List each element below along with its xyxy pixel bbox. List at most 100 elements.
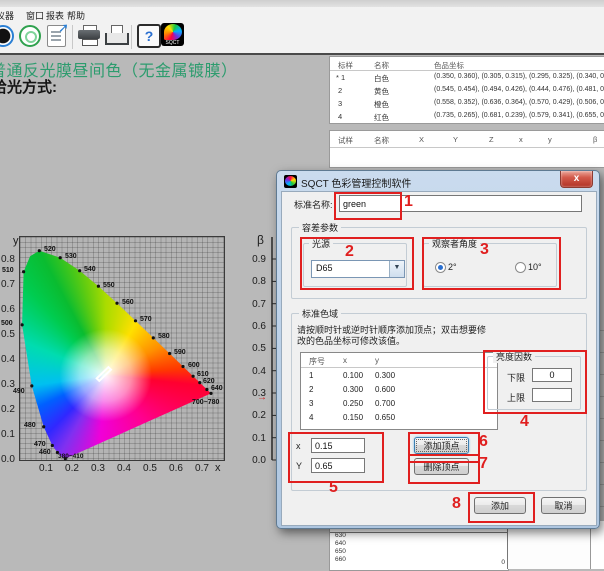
annotation-number-8: 8: [452, 495, 461, 513]
vertex-y[interactable]: 0.600: [375, 385, 395, 394]
locus-label: 590: [174, 349, 186, 356]
report-export-icon[interactable]: ➚: [47, 25, 66, 47]
print-output-icon[interactable]: [105, 25, 127, 45]
locus-label: 580: [158, 333, 170, 340]
samples-table: 试样 名称 X Y Z x y β: [329, 130, 604, 168]
y-tick: 0.6: [1, 304, 15, 315]
standard-name-label: 标准名称:: [294, 198, 333, 211]
locus-label: 620: [203, 378, 215, 385]
beta-tick: 0.2: [246, 410, 266, 421]
menu-bar: 仪器 窗口 报表 帮助: [0, 7, 604, 22]
annotation-number-1: 1: [404, 193, 413, 211]
vertex-x[interactable]: 0.250: [343, 399, 363, 408]
dialog-app-icon: [284, 175, 297, 188]
beta-axis-label: β: [257, 233, 264, 247]
col-header-X[interactable]: X: [419, 135, 424, 144]
table-row[interactable]: 4: [338, 112, 342, 121]
menu-instrument[interactable]: 仪器: [0, 9, 14, 22]
annotation-number-4: 4: [520, 413, 529, 431]
list-item: 640: [335, 540, 346, 547]
vertex-y[interactable]: 0.300: [375, 371, 395, 380]
y-tick: 0.8: [1, 254, 15, 265]
sqct-logo-icon[interactable]: SQCT: [161, 23, 184, 46]
vertex-table[interactable]: 序号 x y 1 0.100 0.300 2 0.300 0.600 3 0.2…: [300, 352, 498, 430]
col-header-Y[interactable]: Y: [453, 135, 458, 144]
list-item: 660: [335, 556, 346, 563]
cell-coords[interactable]: (0.558, 0.352), (0.636, 0.364), (0.570, …: [434, 99, 604, 106]
locus-label: 510: [2, 267, 14, 274]
vertex-y[interactable]: 0.650: [375, 413, 395, 422]
locus-label: 600: [188, 362, 200, 369]
x-tick: 0.3: [90, 463, 106, 474]
cell-name[interactable]: 红色: [374, 112, 389, 123]
y-tick: 0.7: [1, 279, 15, 290]
beta-tick: 0.1: [246, 433, 266, 444]
cell-coords[interactable]: (0.350, 0.360), (0.305, 0.315), (0.295, …: [434, 73, 604, 80]
col-header-y[interactable]: y: [548, 135, 552, 144]
locus-label: 520: [44, 246, 56, 253]
beta-tick: 0.9: [246, 254, 266, 265]
vertex-x[interactable]: 0.150: [343, 413, 363, 422]
dialog-title: SQCT 色彩管理控制软件: [301, 175, 411, 190]
annotation-box-2: [300, 237, 414, 290]
beta-tick: 0.0: [246, 455, 266, 466]
menu-help[interactable]: 帮助: [67, 9, 85, 22]
col-header-x[interactable]: x: [519, 135, 523, 144]
locus-label: 480: [24, 422, 36, 429]
cell-coords[interactable]: (0.545, 0.454), (0.494, 0.426), (0.444, …: [434, 86, 604, 93]
table-row[interactable]: 3: [338, 99, 342, 108]
axis-value: 0: [501, 559, 505, 566]
cie-horseshoe-gamut: [20, 237, 224, 460]
menu-window[interactable]: 窗口: [26, 9, 44, 22]
vertex-x[interactable]: 0.300: [343, 385, 363, 394]
help-icon[interactable]: ?: [137, 24, 161, 48]
vertex-row[interactable]: 1: [309, 371, 313, 380]
locus-label: 560: [122, 299, 134, 306]
locus-label: 700~780: [192, 399, 219, 406]
vertex-y[interactable]: 0.700: [375, 399, 395, 408]
vertex-row[interactable]: 3: [309, 399, 313, 408]
beta-tick: 0.4: [246, 366, 266, 377]
instrument-circle-icon[interactable]: [0, 25, 14, 47]
vertex-col-x: x: [343, 356, 347, 365]
cancel-button[interactable]: 取消: [541, 497, 586, 514]
cell-name[interactable]: 白色: [374, 73, 389, 84]
beta-tick: 0.5: [246, 343, 266, 354]
annotation-box-4: [483, 350, 587, 414]
cell-name[interactable]: 橙色: [374, 99, 389, 110]
y-tick: 0.4: [1, 354, 15, 365]
target-circle-icon[interactable]: [19, 25, 41, 47]
locus-label: 380~410: [58, 453, 84, 460]
annotation-box-3: [422, 237, 561, 290]
print-icon[interactable]: [78, 25, 100, 45]
annotation-box-7: [408, 454, 480, 484]
locus-label: 640: [211, 385, 223, 392]
x-tick: 0.2: [64, 463, 80, 474]
col-header-beta[interactable]: β: [593, 135, 597, 144]
close-icon[interactable]: x: [560, 171, 593, 188]
rainbow-swirl-icon: [164, 24, 182, 40]
vertex-x[interactable]: 0.100: [343, 371, 363, 380]
locus-label: 610: [197, 371, 209, 378]
annotation-number-6: 6: [479, 433, 488, 451]
y-tick: 0.5: [1, 329, 15, 340]
table-row[interactable]: 2: [338, 86, 342, 95]
col-header-Z[interactable]: Z: [489, 135, 494, 144]
export-arrow-icon: ➚: [58, 20, 69, 36]
toolbar-separator: [131, 25, 132, 49]
col-header-name[interactable]: 名称: [374, 135, 389, 146]
toolbar-separator: [72, 25, 73, 49]
table-row[interactable]: * 1: [336, 73, 345, 82]
vertex-row[interactable]: 4: [309, 413, 313, 422]
locus-label: 570: [140, 316, 152, 323]
x-tick: 0.4: [116, 463, 132, 474]
vertex-col-y: y: [375, 356, 379, 365]
y-axis-label: y: [13, 235, 19, 247]
col-header-sample[interactable]: 试样: [338, 135, 353, 146]
y-tick: 0.2: [1, 404, 15, 415]
cell-coords[interactable]: (0.735, 0.265), (0.681, 0.239), (0.579, …: [434, 112, 604, 119]
cell-name[interactable]: 黄色: [374, 86, 389, 97]
annotation-number-5: 5: [329, 479, 338, 497]
locus-label: 470: [34, 441, 46, 448]
vertex-row[interactable]: 2: [309, 385, 313, 394]
